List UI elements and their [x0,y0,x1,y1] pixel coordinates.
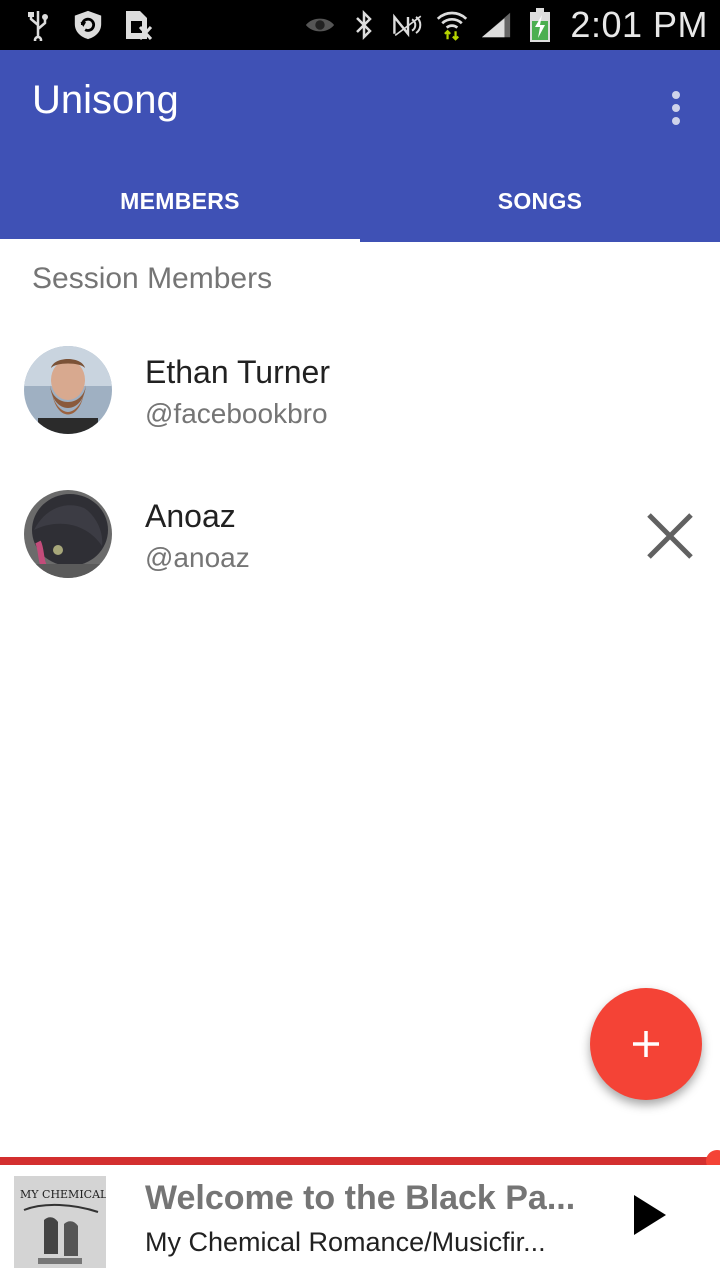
sim-card-off-icon [122,9,154,41]
list-item[interactable]: Ethan Turner @facebookbro [0,346,720,466]
app-title: Unisong [32,78,179,122]
play-button[interactable] [620,1185,680,1245]
member-handle: @facebookbro [145,398,328,429]
bluetooth-icon [348,9,380,41]
avatar [24,346,112,434]
app-bar: Unisong MEMBERS SONGS [0,50,720,245]
add-icon [633,1031,659,1057]
shield-refresh-icon [72,9,104,41]
tab-songs[interactable]: SONGS [360,160,720,242]
tab-bar: MEMBERS SONGS [0,160,720,245]
tab-indicator [0,239,360,245]
add-member-button[interactable] [590,988,702,1100]
signal-icon [480,9,512,41]
wifi-icon [436,9,468,41]
status-time: 2:01 PM [570,4,708,45]
tab-members-label: MEMBERS [120,187,240,214]
close-icon [647,513,693,559]
app-screen: 2:01 PM Unisong MEMBERS SONGS Session Me… [0,0,720,1280]
list-item[interactable]: Anoaz @anoaz [0,490,720,610]
track-artist: My Chemical Romance/Musicfir... [145,1227,546,1257]
section-header: Session Members [32,262,273,295]
playback-progress-bar[interactable] [0,1157,720,1165]
usb-icon [22,9,54,41]
track-title: Welcome to the Black Pa... [145,1179,575,1217]
tab-members[interactable]: MEMBERS [0,160,360,245]
now-playing-bar[interactable]: MY CHEMICAL ROMANCE Welcome to the Black… [0,1165,720,1280]
battery-charging-icon [524,8,556,42]
remove-member-button[interactable] [638,504,702,568]
tab-songs-label: SONGS [497,187,583,214]
eye-icon [304,9,336,41]
album-art: MY CHEMICAL ROMANCE [14,1176,106,1268]
member-name: Anoaz [145,498,236,534]
more-vert-icon[interactable] [652,84,700,132]
member-name: Ethan Turner [145,354,330,390]
status-bar: 2:01 PM [0,0,720,50]
nfc-icon [392,9,424,41]
play-icon [634,1195,666,1235]
album-art-text: MY CHEMICAL ROMANCE [20,1188,106,1201]
avatar [24,490,112,578]
member-handle: @anoaz [145,542,250,573]
